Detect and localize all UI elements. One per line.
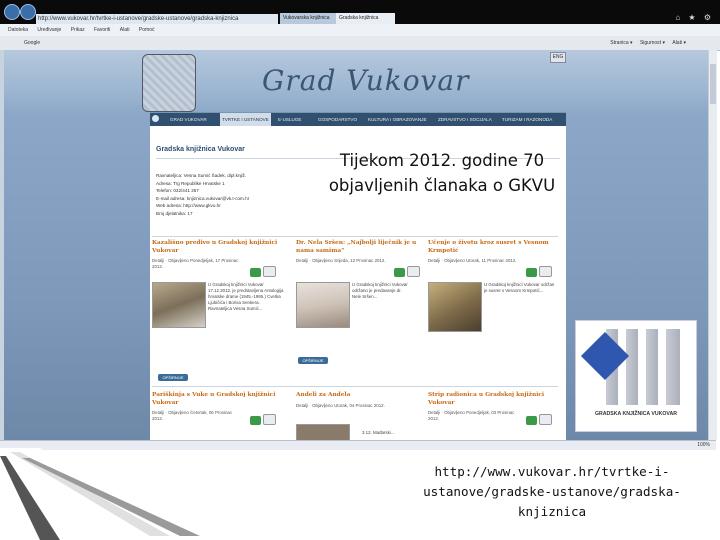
print-icon[interactable]: [394, 268, 405, 277]
browser-icons[interactable]: ⌂ ★ ⚙: [675, 13, 714, 22]
read-more-button[interactable]: OPŠIRNIJE: [298, 357, 328, 364]
menu-item[interactable]: Alati: [120, 27, 130, 33]
logo-text: GRADSKA KNJIŽNICA VUKOVAR: [595, 411, 677, 417]
slide-url: http://www.vukovar.hr/tvrtke-i-ustanove/…: [423, 464, 681, 519]
menu-item[interactable]: Pomoć: [139, 27, 155, 33]
detail-line: Ravnateljica: Vesna Sumić Šadek, dipl.kn…: [156, 173, 247, 178]
article-title[interactable]: Andeli za Andela: [296, 392, 422, 400]
menu-item[interactable]: Uređivanje: [37, 27, 61, 33]
article-date: Detalji · Objavljeno Utorak, 04 Prosinac…: [296, 402, 385, 408]
site-header: Grad Vukovar ENG: [4, 50, 708, 112]
article-title[interactable]: Strip radionica u Gradskoj knjižnici Vuk…: [428, 392, 554, 407]
share-icons[interactable]: [524, 264, 552, 277]
home-icon[interactable]: [152, 115, 159, 122]
article-excerpt: U Gradskoj knjižnici Vukovar održan je s…: [484, 282, 555, 293]
favorites-toolbar: Google Stranica ▾ Sigurnost ▾ Alati ▾: [0, 36, 720, 51]
library-details: Ravnateljica: Vesna Sumić Šadek, dipl.kn…: [156, 172, 326, 218]
site-brand[interactable]: Grad Vukovar: [262, 64, 469, 97]
article-excerpt: 3.12. Mađarski...: [362, 430, 395, 435]
menu-item[interactable]: Favoriti: [94, 27, 110, 33]
article-title[interactable]: Dr. Nela Sršen: „Najbolji liječnik je u …: [296, 240, 422, 255]
share-icons[interactable]: [524, 412, 552, 425]
print-icon[interactable]: [250, 268, 261, 277]
read-more-button[interactable]: OPŠIRNIJE: [158, 374, 188, 381]
email-icon[interactable]: [539, 266, 552, 277]
article-card[interactable]: Pariškinja s Vuke u Gradskoj knjižnici V…: [152, 392, 278, 425]
article-card[interactable]: Strip radionica u Gradskoj knjižnici Vuk…: [428, 392, 554, 425]
print-icon[interactable]: [250, 416, 261, 425]
article-card[interactable]: Dr. Nela Sršen: „Najbolji liječnik je u …: [296, 240, 422, 277]
vertical-scrollbar[interactable]: [708, 50, 717, 440]
email-icon[interactable]: [263, 266, 276, 277]
nav-item-active[interactable]: TVRTKE I USTANOVE: [220, 113, 271, 127]
main-nav: GRAD VUKOVAR TVRTKE I USTANOVE E-USLUGE …: [150, 112, 566, 127]
library-logo: GRADSKA KNJIŽNICA VUKOVAR: [575, 320, 697, 432]
safety-menu[interactable]: Sigurnost ▾: [640, 40, 665, 46]
share-icons[interactable]: [248, 264, 276, 277]
email-icon[interactable]: [407, 266, 420, 277]
article-date: Detalji · Objavljeno Četvrtak, 06 Prosin…: [152, 410, 233, 422]
article-title[interactable]: Pariškinja s Vuke u Gradskoj knjižnici V…: [152, 392, 278, 407]
detail-line: Adresa: Trg Republike Hrvatske 1: [156, 180, 225, 186]
menu-bar: Datoteka Uređivanje Prikaz Favoriti Alat…: [0, 24, 720, 36]
detail-line: Web adresa: http://www.gkvu.hr: [156, 203, 221, 209]
library-title: Gradska knjižnica Vukovar: [156, 146, 245, 153]
tab-1[interactable]: Vukovarska knjižnica: [280, 13, 337, 24]
address-bar[interactable]: http://www.vukovar.hr/tvrtke-i-ustanove/…: [36, 14, 278, 24]
article-date: Detalji · Objavljeno Ponedjeljak, 03 Pro…: [428, 410, 515, 422]
nav-item[interactable]: E-USLUGE: [278, 113, 302, 127]
article-photo: [296, 282, 350, 328]
share-icons[interactable]: [248, 412, 276, 425]
nav-item[interactable]: GOSPODARSTVO: [318, 113, 357, 127]
menu-item[interactable]: Datoteka: [8, 27, 28, 33]
background-photo-left: [4, 112, 150, 440]
article-date: Detalji · Objavljeno Srijeda, 12 Prosina…: [296, 258, 386, 264]
nav-item[interactable]: KULTURA I OBRAZOVANJE: [368, 113, 427, 127]
article-card[interactable]: Andeli za Andela Detalji · Objavljeno Ut…: [296, 392, 422, 409]
nav-item[interactable]: TURIZAM I RAZONODA: [502, 113, 552, 127]
article-date: Detalji · Objavljeno Utorak, 11 Prosinac…: [428, 258, 517, 264]
article-excerpt: U Gradskoj knjižnici Vukovar održano je …: [352, 282, 408, 299]
article-card[interactable]: Kazališno predivo u Gradskoj knjižnici V…: [152, 240, 278, 277]
article-photo: [152, 282, 206, 328]
share-icons[interactable]: [392, 264, 420, 277]
article-title[interactable]: Kazališno predivo u Gradskoj knjižnici V…: [152, 240, 278, 255]
browser-tab-bar: http://www.vukovar.hr/tvrtke-i-ustanove/…: [0, 0, 720, 24]
email-icon[interactable]: [539, 414, 552, 425]
detail-line: E-mail adresa: knjiznica.vukovar@vk.t-co…: [156, 195, 250, 201]
coat-of-arms-icon: [142, 54, 196, 112]
detail-line: Telefon: 032/441 267: [156, 188, 199, 194]
print-icon[interactable]: [526, 416, 537, 425]
article-card[interactable]: Učenje o životu kroz susret s Vesnom Krm…: [428, 240, 554, 277]
email-icon[interactable]: [263, 414, 276, 425]
article-excerpt: U Gradskoj knjižnici Vukovar 17.12.2012.…: [208, 282, 284, 311]
nav-item[interactable]: ZDRAVSTVO I SOCIJALA: [438, 113, 492, 127]
print-icon[interactable]: [526, 268, 537, 277]
article-title[interactable]: Učenje o životu kroz susret s Vesnom Krm…: [428, 240, 554, 255]
article-photo: [428, 282, 482, 332]
forward-icon[interactable]: [20, 4, 36, 20]
language-button[interactable]: ENG: [550, 52, 566, 63]
tools-menu[interactable]: Alati ▾: [672, 40, 686, 46]
tab-2[interactable]: Gradska knjižnica: [336, 13, 395, 24]
menu-item[interactable]: Prikaz: [71, 27, 85, 33]
nav-item[interactable]: GRAD VUKOVAR: [170, 113, 207, 127]
back-icon[interactable]: [4, 4, 20, 20]
scrollbar-thumb[interactable]: [710, 64, 716, 104]
logo-diamond-icon: [580, 331, 630, 381]
slide-title: Tijekom 2012. godine 70 objavljenih član…: [328, 151, 556, 195]
detail-line: Broj djelatnika: 17: [156, 210, 193, 216]
page-menu[interactable]: Stranica ▾: [610, 40, 632, 46]
google-toolbar-label[interactable]: Google: [24, 40, 40, 46]
article-date: Detalji · Objavljeno Ponedjeljak, 17 Pro…: [152, 258, 239, 270]
